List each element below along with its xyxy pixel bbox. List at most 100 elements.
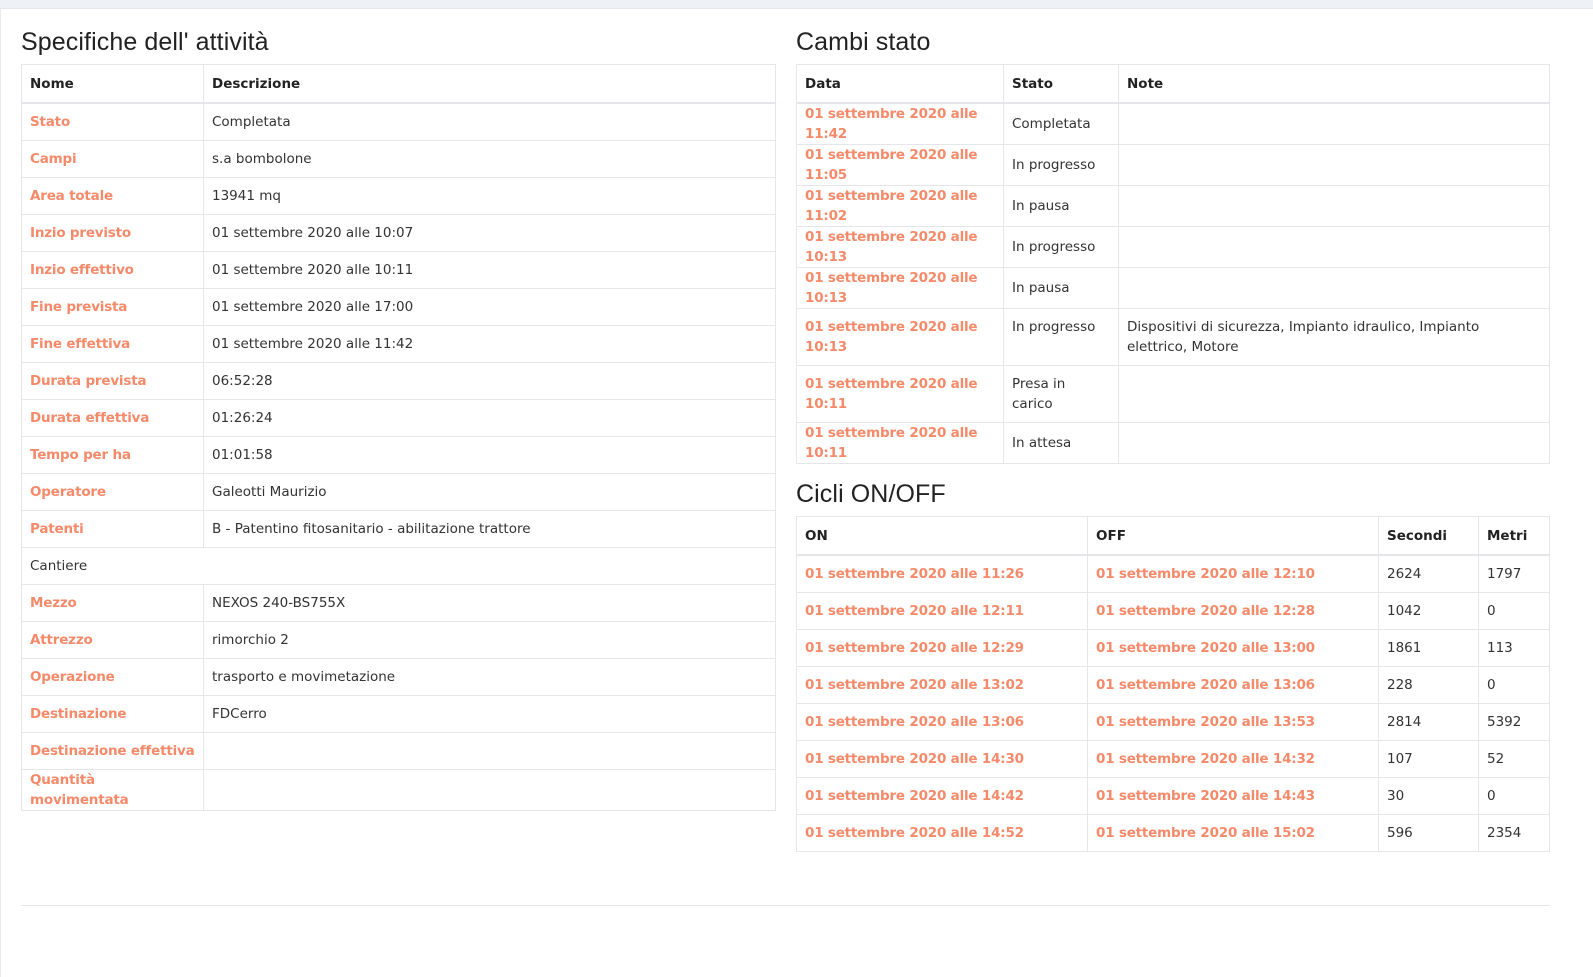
specs-row: Attrezzo rimorchio 2 <box>21 621 776 659</box>
cycle-meters: 0 <box>1478 666 1550 704</box>
spec-label: Operazione <box>21 658 204 696</box>
specs-row: Operatore Galeotti Maurizio <box>21 473 776 511</box>
cycle-off: 01 settembre 2020 alle 14:43 <box>1087 777 1379 815</box>
status-date: 01 settembre 2020 alle 10:13 <box>796 226 1004 268</box>
status-date: 01 settembre 2020 alle 10:11 <box>796 365 1004 423</box>
cycle-row: 01 settembre 2020 alle 14:42 01 settembre… <box>796 777 1550 815</box>
spec-value: B - Patentino fitosanitario - abilitazio… <box>203 510 776 548</box>
col-header-nome: Nome <box>21 64 204 104</box>
cycle-off: 01 settembre 2020 alle 15:02 <box>1087 814 1379 852</box>
cycle-on: 01 settembre 2020 alle 13:02 <box>796 666 1088 704</box>
specs-row: Mezzo NEXOS 240-BS755X <box>21 584 776 622</box>
cycle-seconds: 30 <box>1378 777 1479 815</box>
cycle-meters: 0 <box>1478 592 1550 630</box>
status-note <box>1118 365 1550 423</box>
cycle-meters: 2354 <box>1478 814 1550 852</box>
left-edge <box>0 8 1 977</box>
spec-value <box>203 732 776 770</box>
col-header-stato: Stato <box>1003 64 1119 104</box>
status-row: 01 settembre 2020 alle 10:13 In pausa <box>796 267 1550 309</box>
specs-row: Inzio effettivo 01 settembre 2020 alle 10… <box>21 251 776 289</box>
status-state: Completata <box>1003 102 1119 145</box>
specs-row: Campi s.a bombolone <box>21 140 776 178</box>
status-date: 01 settembre 2020 alle 10:13 <box>796 267 1004 309</box>
spec-value: 06:52:28 <box>203 362 776 400</box>
col-header-on: ON <box>796 516 1088 556</box>
specs-row: Stato Completata <box>21 102 776 141</box>
specs-row: Destinazione FDCerro <box>21 695 776 733</box>
spec-label: Tempo per ha <box>21 436 204 474</box>
spec-value: 01 settembre 2020 alle 10:07 <box>203 214 776 252</box>
status-row: 01 settembre 2020 alle 11:02 In pausa <box>796 185 1550 227</box>
col-header-data: Data <box>796 64 1004 104</box>
specs-row: Inzio previsto 01 settembre 2020 alle 10:… <box>21 214 776 252</box>
spec-label: Campi <box>21 140 204 178</box>
status-row: 01 settembre 2020 alle 11:42 Completata <box>796 102 1550 145</box>
spec-label: Fine prevista <box>21 288 204 326</box>
cycle-on: 01 settembre 2020 alle 14:42 <box>796 777 1088 815</box>
cycles-body: 01 settembre 2020 alle 11:26 01 settembre… <box>796 554 1550 852</box>
spec-value: 01:26:24 <box>203 399 776 437</box>
specs-row: Patenti B - Patentino fitosanitario - abi… <box>21 510 776 548</box>
status-state: Presa in carico <box>1003 365 1119 423</box>
status-row: 01 settembre 2020 alle 11:05 In progresso <box>796 144 1550 186</box>
spec-value: 01 settembre 2020 alle 10:11 <box>203 251 776 289</box>
specs-title: Specifiche dell' attività <box>21 28 269 56</box>
cycle-on: 01 settembre 2020 alle 14:52 <box>796 814 1088 852</box>
cycle-meters: 52 <box>1478 740 1550 778</box>
status-note <box>1118 144 1550 186</box>
status-state: In pausa <box>1003 185 1119 227</box>
footer-divider <box>21 905 1550 906</box>
cycle-row: 01 settembre 2020 alle 12:29 01 settembre… <box>796 629 1550 667</box>
status-body: 01 settembre 2020 alle 11:42 Completata 01… <box>796 102 1550 464</box>
spec-label: Inzio previsto <box>21 214 204 252</box>
cycle-row: 01 settembre 2020 alle 14:52 01 settembre… <box>796 814 1550 852</box>
status-state: In progresso <box>1003 308 1119 366</box>
specs-body: Stato Completata Campi s.a bombolone Area to… <box>21 102 776 811</box>
status-date: 01 settembre 2020 alle 10:13 <box>796 308 1004 366</box>
cycle-off: 01 settembre 2020 alle 13:00 <box>1087 629 1379 667</box>
cycle-meters: 0 <box>1478 777 1550 815</box>
col-header-descrizione: Descrizione <box>203 64 776 104</box>
status-row: 01 settembre 2020 alle 10:13 In progresso <box>796 226 1550 268</box>
spec-value: Completata <box>203 102 776 141</box>
right-panel: Cambi stato Data Stato Note 01 settembre… <box>796 24 1550 852</box>
cycle-seconds: 2624 <box>1378 554 1479 593</box>
spec-label: Durata effettiva <box>21 399 204 437</box>
specs-row: Fine effettiva 01 settembre 2020 alle 11:… <box>21 325 776 363</box>
spec-value: trasporto e movimetazione <box>203 658 776 696</box>
cycles-table: ON OFF Secondi Metri 01 settembre 2020 a… <box>796 516 1550 852</box>
status-state: In progresso <box>1003 144 1119 186</box>
status-state: In pausa <box>1003 267 1119 309</box>
spec-value: NEXOS 240-BS755X <box>203 584 776 622</box>
cycle-meters: 5392 <box>1478 703 1550 741</box>
status-note: Dispositivi di sicurezza, Impianto idrau… <box>1118 308 1550 366</box>
col-header-note: Note <box>1118 64 1550 104</box>
specs-row: Fine prevista 01 settembre 2020 alle 17:0… <box>21 288 776 326</box>
spec-value: 01 settembre 2020 alle 11:42 <box>203 325 776 363</box>
status-note <box>1118 226 1550 268</box>
cycle-seconds: 1042 <box>1378 592 1479 630</box>
spec-value: rimorchio 2 <box>203 621 776 659</box>
top-bar <box>0 0 1593 9</box>
cycle-off: 01 settembre 2020 alle 13:53 <box>1087 703 1379 741</box>
specs-row: Tempo per ha 01:01:58 <box>21 436 776 474</box>
cycles-title: Cicli ON/OFF <box>796 480 946 508</box>
specs-table: Nome Descrizione Stato Completata Campi s.a… <box>21 64 776 811</box>
cycle-row: 01 settembre 2020 alle 13:02 01 settembre… <box>796 666 1550 704</box>
status-note <box>1118 422 1550 464</box>
spec-label: Destinazione effettiva <box>21 732 204 770</box>
spec-label: Mezzo <box>21 584 204 622</box>
specs-row: Area totale 13941 mq <box>21 177 776 215</box>
cycle-meters: 113 <box>1478 629 1550 667</box>
cycle-seconds: 107 <box>1378 740 1479 778</box>
spec-label: Durata prevista <box>21 362 204 400</box>
col-header-off: OFF <box>1087 516 1379 556</box>
spec-value: 01:01:58 <box>203 436 776 474</box>
cycle-off: 01 settembre 2020 alle 13:06 <box>1087 666 1379 704</box>
cycle-seconds: 228 <box>1378 666 1479 704</box>
spec-value: 13941 mq <box>203 177 776 215</box>
spec-value: s.a bombolone <box>203 140 776 178</box>
status-date: 01 settembre 2020 alle 11:42 <box>796 102 1004 145</box>
cycle-seconds: 1861 <box>1378 629 1479 667</box>
